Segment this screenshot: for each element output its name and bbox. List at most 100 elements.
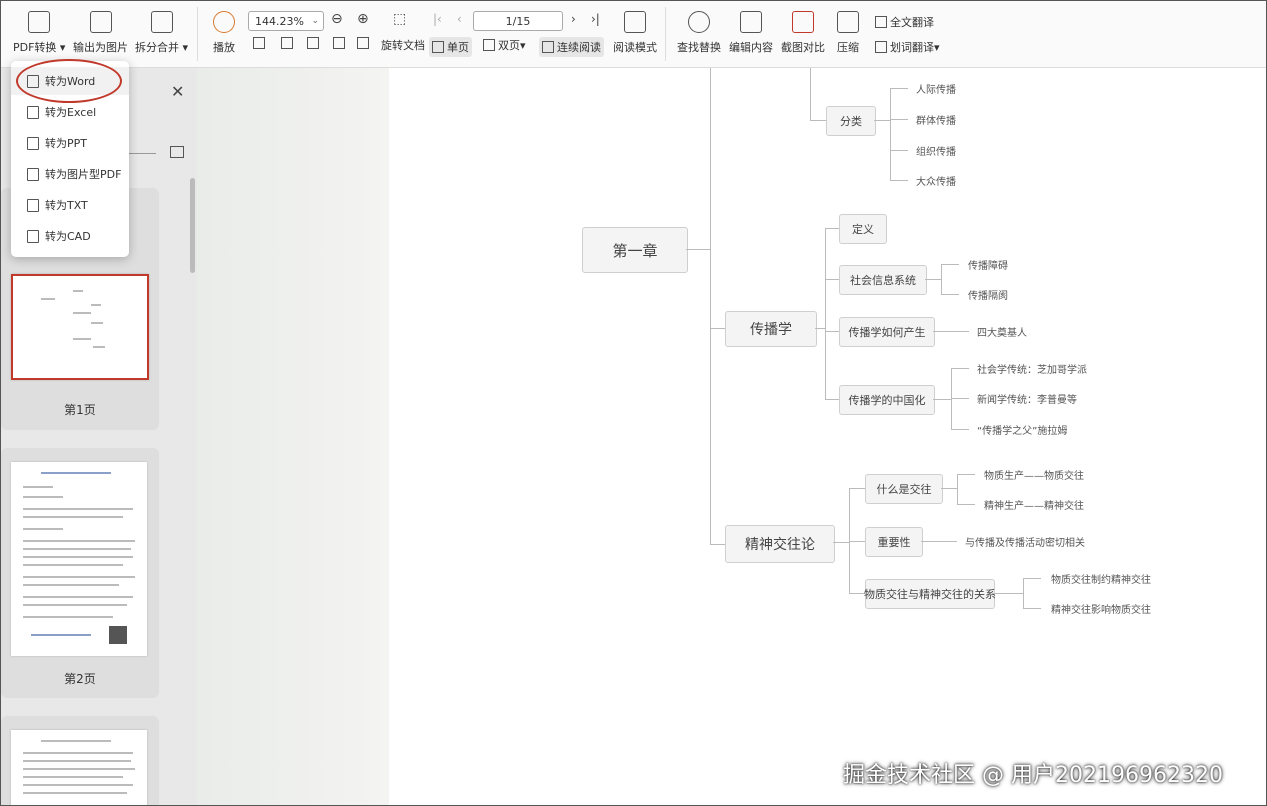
compress-label: 压缩 — [837, 41, 859, 54]
menu-item-label: 转为TXT — [45, 199, 88, 212]
export-image-button[interactable]: 输出为图片 — [73, 1, 128, 55]
thumb-text-line — [23, 784, 133, 786]
branch-spiritual-interaction: 精神交往论 — [725, 525, 835, 563]
screenshot-compare-label: 截图对比 — [781, 41, 825, 54]
compress-button[interactable]: 压缩 — [837, 1, 859, 55]
single-page-label: 单页 — [447, 41, 469, 54]
connector — [825, 228, 839, 229]
single-page-button[interactable]: 单页 — [429, 37, 472, 57]
page-label: 第2页 — [64, 672, 96, 686]
thumb-text-line — [41, 472, 111, 474]
thumb-text-line — [23, 548, 131, 550]
thumb-text-line — [23, 768, 135, 770]
page-thumbnail[interactable] — [11, 730, 147, 805]
thumb-text-line — [23, 556, 133, 558]
actual-size-button[interactable] — [253, 37, 268, 49]
thumb-text-line — [23, 540, 135, 542]
menu-item-to-cad[interactable]: 转为CAD — [11, 222, 129, 250]
mindmap-leaf: 物质生产——物质交往 — [984, 471, 1084, 482]
play-button[interactable]: 播放 — [213, 1, 235, 55]
mindmap-leaf: 组织传播 — [916, 147, 956, 158]
screenshot-compare-button[interactable]: 截图对比 — [781, 1, 825, 55]
close-icon[interactable]: ✕ — [171, 82, 184, 101]
next-page-icon[interactable]: › — [571, 12, 576, 26]
prev-page-icon[interactable]: ‹ — [457, 12, 462, 26]
connector — [993, 593, 1023, 594]
node-social-info-system: 社会信息系统 — [839, 265, 927, 295]
toolbar-divider — [197, 7, 198, 61]
thumb-text-line — [23, 564, 123, 566]
fit-width-icon — [307, 37, 319, 49]
zoom-out-icon[interactable]: ⊖ — [331, 11, 343, 27]
mindmap-leaf: 人际传播 — [916, 85, 956, 96]
connector — [1023, 578, 1041, 579]
thumb-node — [41, 298, 55, 300]
find-replace-button[interactable]: 查找替换 — [677, 1, 721, 55]
first-page-icon[interactable]: |‹ — [433, 12, 442, 26]
continuous-icon — [542, 41, 554, 53]
connector — [710, 544, 725, 545]
rotate-doc-button[interactable]: 旋转文档 — [381, 37, 425, 53]
pdf-convert-button[interactable]: PDF转换 ▾ — [13, 1, 65, 55]
connector — [810, 68, 811, 120]
last-page-icon[interactable]: ›| — [591, 12, 600, 26]
thumb-node — [73, 338, 91, 340]
fit-width-button[interactable] — [307, 37, 322, 49]
sidebar-scrollbar[interactable] — [190, 178, 195, 273]
rotate-left-button[interactable] — [333, 37, 348, 49]
select-tool-icon[interactable]: ⬚ — [393, 11, 406, 27]
double-page-label: 双页 — [498, 39, 520, 52]
node-what-is-interaction: 什么是交往 — [865, 474, 943, 504]
branch-classification: 分类 — [826, 106, 876, 136]
mindmap-leaf: 社会学传统：芝加哥学派 — [977, 365, 1087, 376]
zoom-in-icon[interactable]: ⊕ — [357, 11, 369, 27]
connector — [710, 328, 725, 329]
menu-item-to-txt[interactable]: 转为TXT — [11, 191, 129, 219]
image-icon[interactable] — [170, 146, 184, 158]
double-page-icon — [483, 39, 495, 51]
split-merge-button[interactable]: 拆分合并 ▾ — [135, 1, 188, 55]
connector — [874, 120, 890, 121]
menu-item-to-ppt[interactable]: 转为PPT — [11, 129, 129, 157]
word-translate-button[interactable]: 划词翻译 ▾ — [875, 39, 940, 55]
connector — [1023, 608, 1041, 609]
rotate-icon — [333, 37, 345, 49]
thumb-text-line — [23, 792, 127, 794]
read-mode-label: 阅读模式 — [613, 41, 657, 54]
continuous-read-button[interactable]: 连续阅读 — [539, 37, 604, 57]
export-image-icon — [89, 11, 112, 33]
node-sinicization: 传播学的中国化 — [839, 385, 935, 415]
pdf-convert-label: PDF转换 — [13, 41, 57, 54]
page-number-value: 1/15 — [505, 14, 531, 28]
mindmap-leaf: 大众传播 — [916, 177, 956, 188]
mindmap-leaf: 物质交往制约精神交往 — [1051, 575, 1151, 586]
connector — [951, 398, 969, 399]
thumb-text-line — [23, 616, 113, 618]
connector — [957, 474, 975, 475]
page-thumbnail[interactable] — [11, 274, 149, 380]
edit-content-button[interactable]: 编辑内容 — [729, 1, 773, 55]
menu-item-to-image-pdf[interactable]: 转为图片型PDF — [11, 160, 129, 188]
connector — [825, 279, 839, 280]
fit-page-button[interactable] — [281, 37, 296, 49]
page-thumbnail-card[interactable]: 第2页 — [1, 448, 159, 698]
thumb-text-line — [23, 496, 63, 498]
connector — [890, 88, 891, 180]
page-thumbnail-card[interactable] — [1, 716, 159, 805]
read-mode-button[interactable]: 阅读模式 — [613, 1, 657, 55]
mindmap-leaf: 四大奠基人 — [977, 328, 1027, 339]
continuous-label: 连续阅读 — [557, 41, 601, 54]
thumb-text-line — [23, 604, 127, 606]
page-number-input[interactable]: 1/15 — [473, 11, 563, 31]
double-page-button[interactable]: 双页 ▾ — [483, 37, 526, 53]
thumb-text-line — [31, 634, 91, 636]
page-thumbnail[interactable] — [11, 462, 147, 656]
zoom-select[interactable]: 144.23% ⌄ — [248, 11, 324, 31]
play-label: 播放 — [213, 41, 235, 54]
full-translate-button[interactable]: 全文翻译 — [875, 14, 934, 30]
node-definition: 定义 — [839, 214, 887, 244]
mindmap-root: 第一章 — [582, 227, 688, 273]
thumb-text-line — [23, 584, 119, 586]
crop-icon — [357, 37, 369, 49]
crop-button[interactable] — [357, 37, 372, 49]
